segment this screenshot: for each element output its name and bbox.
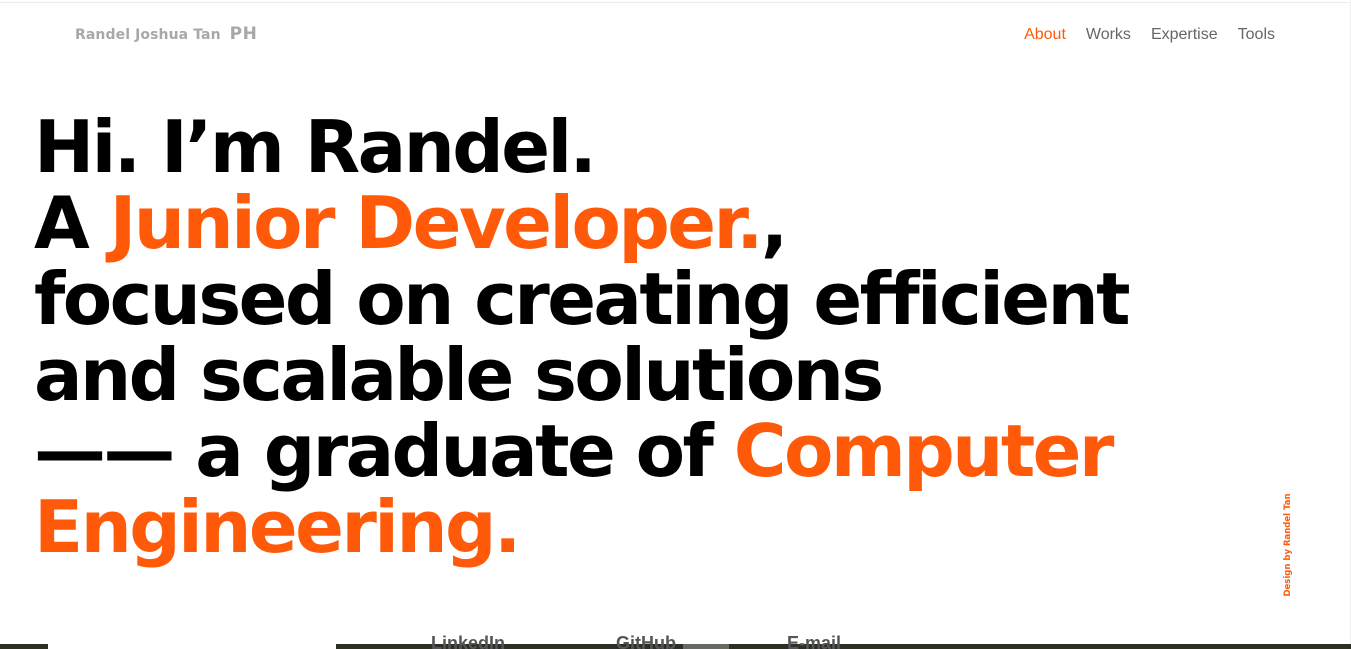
hero-line-graduate: —— a graduate of Computer bbox=[34, 413, 1234, 489]
nav-link-about[interactable]: About bbox=[1024, 26, 1066, 44]
brand[interactable]: Randel Joshua Tan PH bbox=[75, 24, 257, 44]
github-link[interactable]: GitHub bbox=[616, 633, 676, 649]
hero-graduate-prefix: —— a graduate of bbox=[34, 409, 734, 493]
hero-line-greeting: Hi. I’m Randel. bbox=[34, 105, 597, 189]
main-nav: About Works Expertise Tools bbox=[1024, 26, 1275, 44]
hero-role-suffix: , bbox=[760, 181, 788, 265]
brand-name: Randel Joshua Tan bbox=[75, 27, 221, 43]
email-link[interactable]: E-mail bbox=[787, 633, 841, 649]
hero-role-highlight: Junior Developer. bbox=[109, 181, 764, 265]
hero-line-focus: focused on creating efficient bbox=[34, 257, 1131, 341]
design-credit: Design by Randel Tan bbox=[1283, 493, 1293, 597]
hero-field-highlight: Computer bbox=[733, 409, 1115, 493]
brand-country-code: PH bbox=[229, 24, 258, 44]
hero-line-field: Engineering. bbox=[34, 485, 521, 569]
nav-link-expertise[interactable]: Expertise bbox=[1151, 26, 1218, 44]
social-links: LinkedIn GitHub E-mail bbox=[0, 633, 1351, 649]
nav-link-works[interactable]: Works bbox=[1086, 26, 1131, 44]
top-divider bbox=[0, 2, 1351, 3]
hero-headline: Hi. I’m Randel. A Junior Developer., foc… bbox=[34, 109, 1234, 565]
hero-line-solutions: and scalable solutions bbox=[34, 333, 884, 417]
portfolio-page: Randel Joshua Tan PH About Works Experti… bbox=[0, 0, 1351, 649]
linkedin-link[interactable]: LinkedIn bbox=[431, 633, 505, 649]
hero-role-prefix: A bbox=[34, 181, 110, 265]
nav-link-tools[interactable]: Tools bbox=[1238, 26, 1275, 44]
hero-line-role: A Junior Developer., bbox=[34, 185, 1234, 261]
